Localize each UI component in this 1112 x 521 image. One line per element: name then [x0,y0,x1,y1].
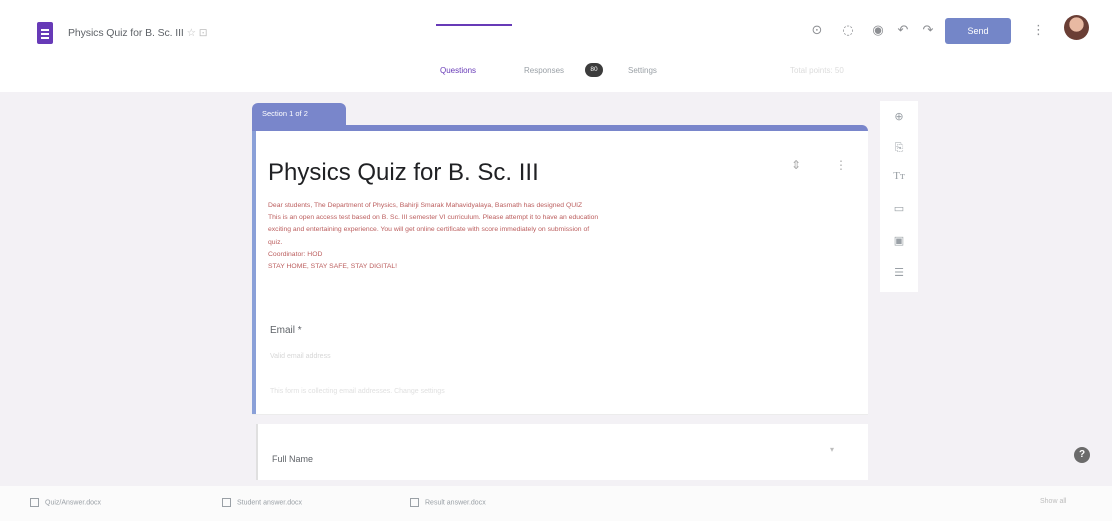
floating-toolbar: ⊕ ⎘ Tт ▭ ▣ ☰ [880,101,918,292]
palette-icon[interactable]: ◌ [837,20,859,42]
download-item[interactable]: Quiz/Answer.docx [30,498,101,507]
add-question-icon[interactable]: ⊕ [888,107,910,127]
undo-icon[interactable]: ↶ [892,20,914,42]
redo-icon[interactable]: ↷ [917,20,939,42]
download-item-label: Quiz/Answer.docx [45,499,102,507]
show-all-link[interactable]: Show all [1040,498,1066,505]
form-header-card[interactable]: Physics Quiz for B. Sc. III ⇕ ⋮ Dear stu… [252,125,868,415]
email-collection-note[interactable]: This form is collecting email addresses.… [270,388,445,395]
form-title[interactable]: Physics Quiz for B. Sc. III [268,159,539,187]
addons-icon[interactable]: ⊙ [806,20,828,42]
email-field[interactable]: Valid email address [270,353,331,360]
add-section-icon[interactable]: ☰ [888,263,910,283]
help-icon[interactable]: ? [1074,447,1090,463]
divider [252,414,868,415]
question-type-dropdown-icon[interactable]: ▾ [830,445,834,454]
file-icon [222,498,231,507]
forms-logo-icon[interactable] [37,22,53,44]
section-label: Section 1 of 2 [252,103,346,127]
document-title[interactable]: Physics Quiz for B. Sc. III ☆ ⊡ [68,27,208,39]
document-title-text: Physics Quiz for B. Sc. III [68,27,184,39]
email-label: Email * [270,325,302,336]
download-item-label: Result answer.docx [425,499,486,507]
download-item[interactable]: Result answer.docx [410,498,486,507]
tab-bar: Questions Responses 80 Settings [0,63,1112,86]
description-line: STAY HOME, STAY SAFE, STAY DIGITAL! [268,263,398,271]
more-vert-icon[interactable]: ⋮ [1032,20,1045,42]
add-title-icon[interactable]: Tт [888,166,910,186]
file-icon [410,498,419,507]
tab-responses[interactable]: Responses [524,66,564,75]
send-button[interactable]: Send [945,18,1011,44]
top-bar: Physics Quiz for B. Sc. III ☆ ⊡ ⊙ ◌ ◉ ↶ … [0,0,1112,92]
description-line: quiz. [268,238,283,246]
section-more-icon[interactable]: ⋮ [835,158,847,172]
tab-questions[interactable]: Questions [440,66,476,75]
download-item-label: Student answer.docx [237,499,302,507]
download-tray: Quiz/Answer.docx Student answer.docx Res… [0,486,1112,521]
add-image-icon[interactable]: ▭ [888,199,910,219]
description-line: Coordinator: HOD [268,250,323,258]
title-star-icon[interactable]: ☆ ⊡ [187,27,208,39]
question-title[interactable]: Full Name [272,454,313,464]
tab-settings[interactable]: Settings [628,66,657,75]
description-line: This is an open access test based on B. … [268,214,599,222]
file-icon [30,498,39,507]
form-description[interactable]: Dear students, The Department of Physics… [268,200,836,273]
description-line: exciting and entertaining experience. Yo… [268,226,590,234]
responses-count-badge: 80 [585,63,603,77]
avatar[interactable] [1064,15,1089,40]
download-item[interactable]: Student answer.docx [222,498,302,507]
collapse-section-icon[interactable]: ⇕ [791,158,801,172]
card-focus-bar [252,131,256,415]
import-questions-icon[interactable]: ⎘ [888,138,910,158]
active-tab-indicator [436,24,512,26]
preview-eye-icon[interactable]: ◉ [867,20,889,42]
description-line: Dear students, The Department of Physics… [268,202,583,209]
question-card-full-name[interactable]: Full Name ▾ [256,424,868,480]
add-video-icon[interactable]: ▣ [888,231,910,251]
total-points: Total points: 50 [790,66,844,75]
